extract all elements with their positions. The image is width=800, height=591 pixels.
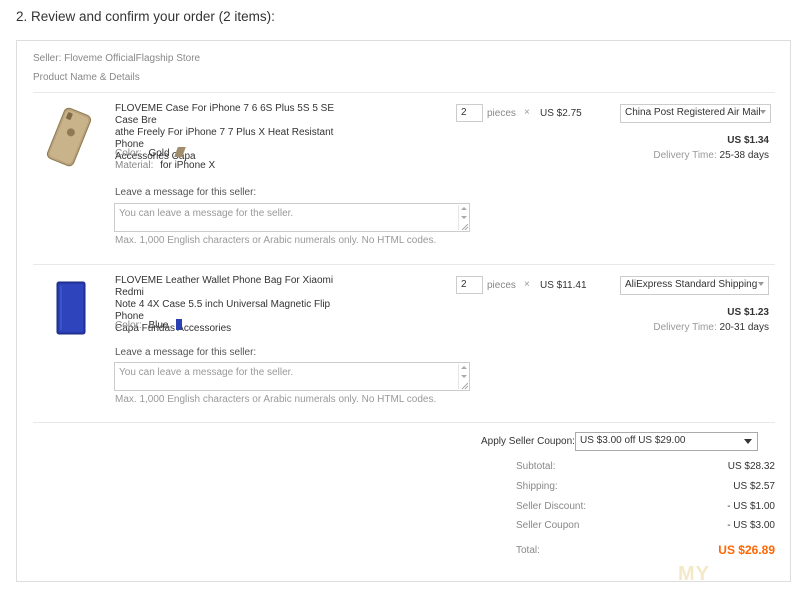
shipping-label: Shipping: bbox=[516, 481, 558, 492]
seller-discount-label: Seller Discount: bbox=[516, 501, 587, 512]
unit-price: US $2.75 bbox=[540, 108, 582, 119]
scroll-up-icon[interactable] bbox=[461, 207, 467, 210]
chevron-down-icon bbox=[760, 110, 766, 114]
shipping-price: US $1.34 bbox=[727, 135, 769, 146]
resize-handle[interactable] bbox=[462, 224, 468, 230]
message-label: Leave a message for this seller: bbox=[115, 347, 257, 358]
seller-coupon-value: - US $3.00 bbox=[727, 520, 775, 531]
watermark: MY bbox=[678, 563, 710, 585]
message-hint: Max. 1,000 English characters or Arabic … bbox=[115, 235, 437, 246]
seller-discount-value: - US $1.00 bbox=[727, 501, 775, 512]
total-label: Total: bbox=[516, 545, 540, 556]
unit-price: US $11.41 bbox=[540, 280, 587, 291]
total-value: US $26.89 bbox=[718, 543, 775, 557]
scroll-down-icon[interactable] bbox=[461, 375, 467, 378]
scroll-up-icon[interactable] bbox=[461, 366, 467, 369]
quantity-input[interactable]: 2 bbox=[456, 276, 483, 294]
shipping-method-select[interactable]: China Post Registered Air Mail bbox=[620, 104, 771, 123]
subtotal-value: US $28.32 bbox=[727, 461, 775, 472]
divider bbox=[33, 264, 775, 265]
message-label: Leave a message for this seller: bbox=[115, 187, 257, 198]
message-hint: Max. 1,000 English characters or Arabic … bbox=[115, 394, 437, 405]
seller-name: Seller: Floveme OfficialFlagship Store bbox=[33, 53, 201, 64]
shipping-price: US $1.23 bbox=[727, 307, 769, 318]
product-image-case[interactable] bbox=[38, 106, 100, 168]
divider bbox=[33, 422, 775, 423]
multiply-sign: × bbox=[524, 107, 530, 118]
product-image-wallet[interactable] bbox=[54, 280, 88, 336]
quantity-input[interactable]: 2 bbox=[456, 104, 483, 122]
delivery-time: Delivery Time: 20-31 days bbox=[653, 322, 769, 333]
product-header-label: Product Name & Details bbox=[33, 72, 140, 83]
product-color: Color: Blue bbox=[115, 319, 183, 331]
shipping-method-select[interactable]: AliExpress Standard Shipping bbox=[620, 276, 769, 295]
product-color: Color: Gold bbox=[115, 147, 187, 159]
section-title: 2. Review and confirm your order (2 item… bbox=[16, 9, 275, 24]
chevron-down-icon bbox=[744, 439, 752, 444]
multiply-sign: × bbox=[524, 279, 530, 290]
shipping-value: US $2.57 bbox=[733, 481, 775, 492]
divider bbox=[33, 92, 775, 93]
scroll-down-icon[interactable] bbox=[461, 216, 467, 219]
resize-handle[interactable] bbox=[462, 383, 468, 389]
message-textarea[interactable]: You can leave a message for the seller. bbox=[114, 203, 470, 232]
pieces-label: pieces bbox=[487, 108, 516, 119]
message-textarea[interactable]: You can leave a message for the seller. bbox=[114, 362, 470, 391]
subtotal-label: Subtotal: bbox=[516, 461, 556, 472]
pieces-label: pieces bbox=[487, 280, 516, 291]
seller-coupon-select[interactable]: US $3.00 off US $29.00 bbox=[575, 432, 758, 451]
coupon-label: Apply Seller Coupon: bbox=[481, 436, 575, 447]
delivery-time: Delivery Time: 25-38 days bbox=[653, 150, 769, 161]
seller-coupon-label: Seller Coupon bbox=[516, 520, 580, 531]
chevron-down-icon bbox=[758, 282, 764, 286]
color-swatch bbox=[176, 319, 183, 330]
product-material: Material: for iPhone X bbox=[115, 160, 216, 171]
